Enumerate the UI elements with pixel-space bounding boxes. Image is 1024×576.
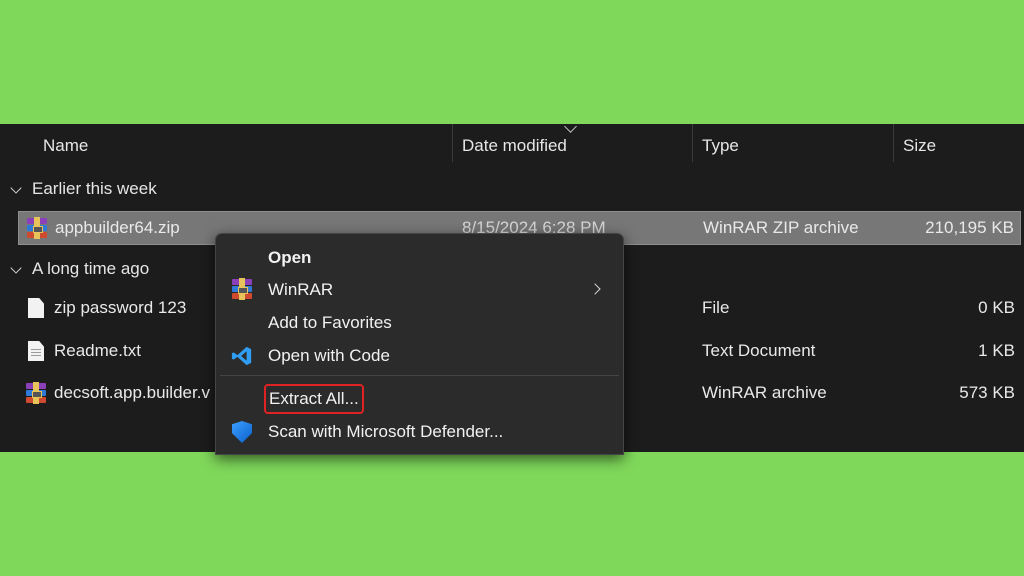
group-label: A long time ago xyxy=(32,259,150,278)
column-separator[interactable] xyxy=(893,124,894,162)
column-separator[interactable] xyxy=(452,124,453,162)
file-icon xyxy=(25,298,47,320)
file-name: Readme.txt xyxy=(54,341,141,360)
menu-item-label: Open xyxy=(268,248,312,267)
group-header-earlier-this-week[interactable]: Earlier this week xyxy=(10,176,157,202)
file-size: 210,195 KB xyxy=(925,218,1014,237)
column-header: Name Date modified Type Size xyxy=(0,124,1024,164)
highlight-box: Extract All... xyxy=(264,384,364,414)
chevron-down-icon xyxy=(10,261,22,274)
menu-item-label: Scan with Microsoft Defender... xyxy=(268,422,504,441)
menu-item-open[interactable]: Open xyxy=(216,241,621,274)
file-size: 1 KB xyxy=(978,341,1015,360)
file-size: 0 KB xyxy=(978,298,1015,317)
group-header-a-long-time-ago[interactable]: A long time ago xyxy=(10,256,149,282)
chevron-down-icon xyxy=(10,181,22,194)
menu-item-scan-defender[interactable]: Scan with Microsoft Defender... xyxy=(216,415,621,448)
file-name: appbuilder64.zip xyxy=(55,218,180,237)
column-name[interactable]: Name xyxy=(43,132,88,160)
column-separator[interactable] xyxy=(692,124,693,162)
menu-item-label: Extract All... xyxy=(269,389,359,408)
file-size: 573 KB xyxy=(959,383,1015,402)
file-name: zip password 123 xyxy=(54,298,187,317)
menu-separator xyxy=(220,375,619,376)
column-size[interactable]: Size xyxy=(903,132,936,160)
text-file-icon xyxy=(25,341,47,363)
vscode-icon xyxy=(231,345,253,367)
menu-item-label: WinRAR xyxy=(268,280,334,299)
winrar-icon xyxy=(231,278,253,301)
file-type: WinRAR archive xyxy=(702,383,827,402)
file-type: WinRAR ZIP archive xyxy=(703,218,859,237)
menu-item-winrar[interactable]: WinRAR xyxy=(216,273,621,306)
menu-item-open-with-code[interactable]: Open with Code xyxy=(216,339,621,372)
menu-item-label: Add to Favorites xyxy=(268,313,392,332)
context-menu: Open WinRAR Add to Favorites Open with C… xyxy=(215,233,624,455)
column-type[interactable]: Type xyxy=(702,132,739,160)
column-date-modified[interactable]: Date modified xyxy=(462,132,567,160)
file-name: decsoft.app.builder.v xyxy=(54,383,210,402)
menu-item-label: Open with Code xyxy=(268,346,390,365)
defender-shield-icon xyxy=(231,421,253,443)
group-label: Earlier this week xyxy=(32,179,157,198)
menu-item-add-to-favorites[interactable]: Add to Favorites xyxy=(216,306,621,339)
winrar-icon xyxy=(26,217,48,240)
file-type: Text Document xyxy=(702,341,816,360)
file-type: File xyxy=(702,298,730,317)
chevron-right-icon xyxy=(589,283,601,295)
winrar-icon xyxy=(25,382,47,405)
menu-item-extract-all[interactable]: Extract All... xyxy=(216,382,621,415)
